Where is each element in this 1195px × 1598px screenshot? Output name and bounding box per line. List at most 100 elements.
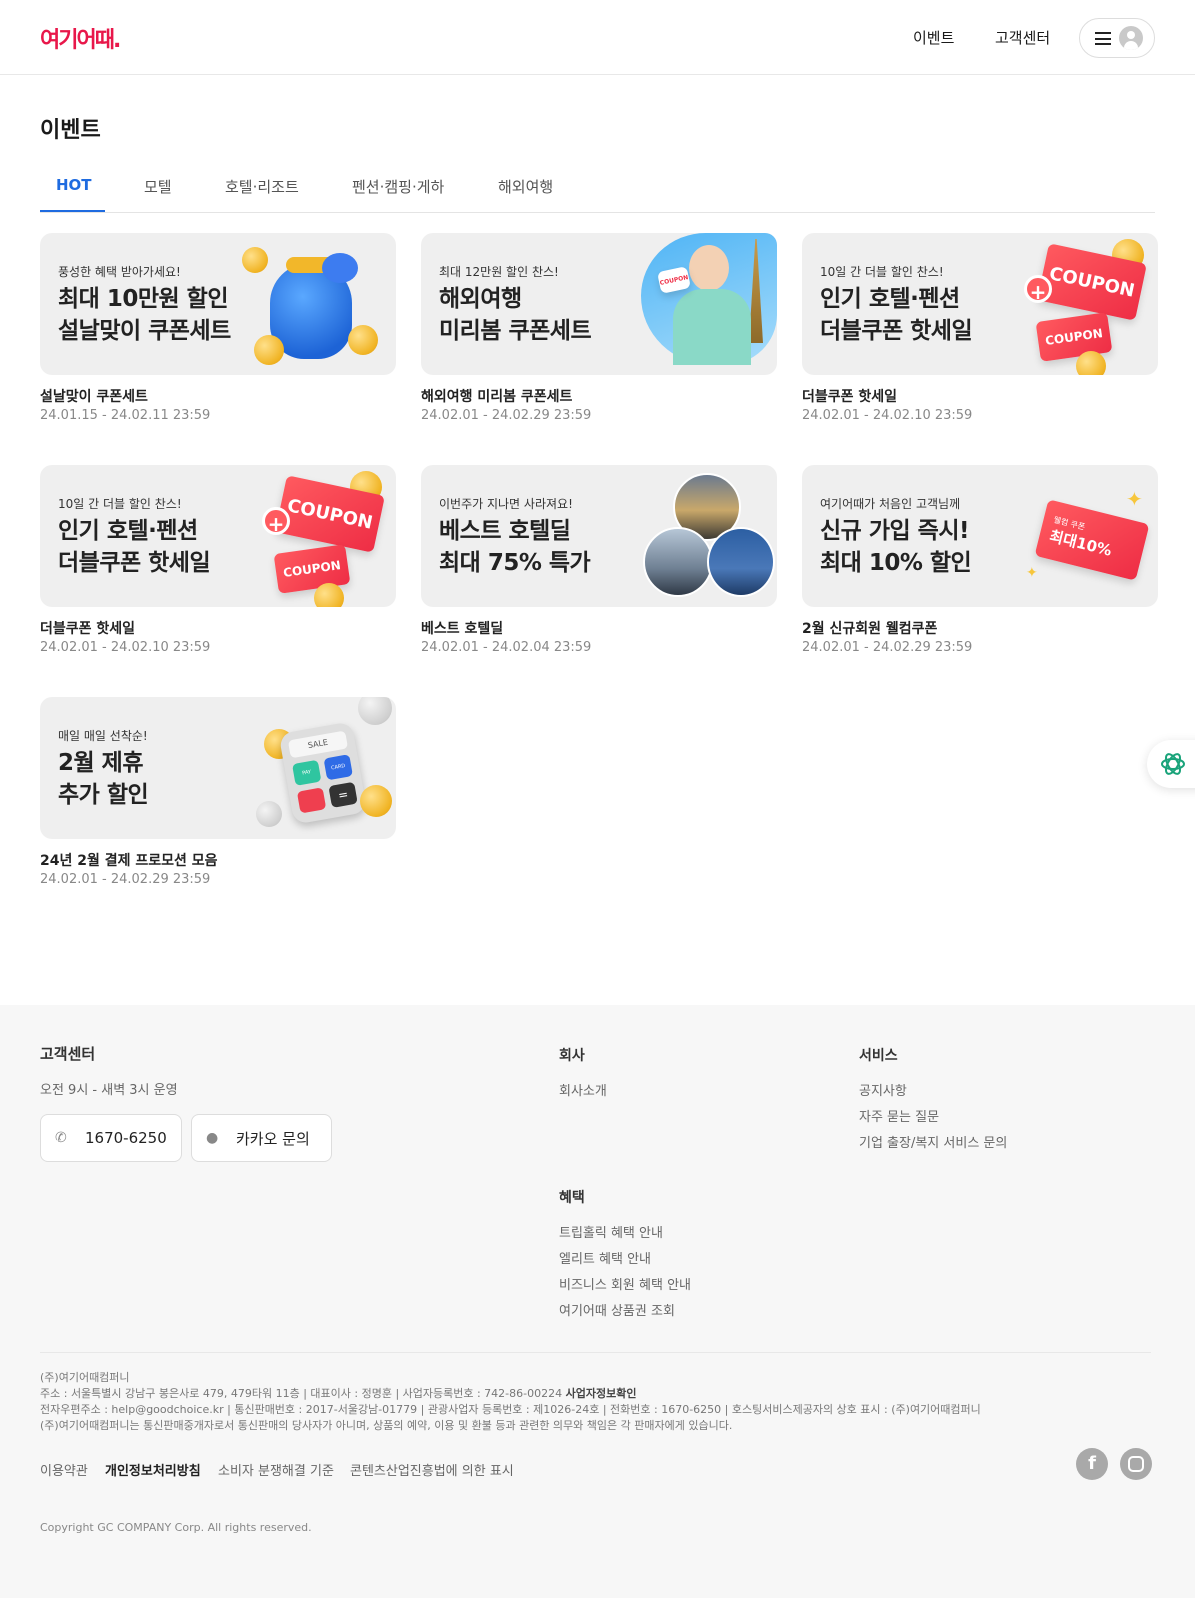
banner-headline-line1: 인기 호텔·펜션 — [820, 286, 960, 312]
content-industry-link[interactable]: 콘텐츠산업진흥법에 의한 표시 — [350, 1460, 514, 1479]
banner-headline-line1: 해외여행 — [439, 286, 522, 312]
footer-cs-hours: 오전 9시 - 새벽 3시 운영 — [40, 1083, 178, 1098]
privacy-policy-link[interactable]: 개인정보처리방침 — [105, 1460, 201, 1479]
business-service-link[interactable]: 기업 출장/복지 서비스 문의 — [859, 1132, 1007, 1151]
category-tabs: HOT 모텔 호텔·리조트 펜션·캠핑·게하 해외여행 — [40, 168, 1155, 213]
plus-icon: + — [262, 507, 290, 536]
banner-headline-line1: 최대 10만원 할인 — [58, 286, 228, 312]
event-card-double-coupon-2[interactable]: 10일 간 더블 할인 찬스! 인기 호텔·펜션 더블쿠폰 핫세일 COUPON… — [40, 465, 396, 655]
sparkle-icon: ✦ — [1026, 565, 1038, 581]
faq-link[interactable]: 자주 묻는 질문 — [859, 1106, 939, 1125]
character-icon — [322, 253, 358, 283]
banner-headline-line1: 인기 호텔·펜션 — [58, 518, 198, 544]
banner-subtitle: 10일 간 더블 할인 찬스! — [58, 497, 182, 511]
banner-headline-line1: 2월 제휴 — [58, 750, 144, 776]
banner-headline-line2: 최대 10% 할인 — [820, 550, 972, 576]
coin-icon — [1076, 351, 1106, 375]
event-period: 24.02.01 - 24.02.04 23:59 — [421, 640, 592, 655]
event-banner[interactable]: 이번주가 지나면 사라져요! 베스트 호텔딜 최대 75% 특가 — [421, 465, 777, 607]
event-banner[interactable]: 10일 간 더블 할인 찬스! 인기 호텔·펜션 더블쿠폰 핫세일 COUPON… — [40, 465, 396, 607]
chat-bubble-icon: ● — [206, 1130, 219, 1146]
elite-benefit-link[interactable]: 엘리트 혜택 안내 — [559, 1248, 651, 1267]
event-banner[interactable]: 최대 12만원 할인 찬스! 해외여행 미리봄 쿠폰세트 COUPON — [421, 233, 777, 375]
active-tab-indicator — [40, 210, 105, 212]
floating-assistant-button[interactable] — [1147, 740, 1195, 788]
facebook-icon[interactable]: f — [1076, 1448, 1108, 1480]
footer-cs-title: 고객센터 — [40, 1045, 96, 1063]
banner-headline-line2: 더블쿠폰 핫세일 — [58, 550, 211, 576]
coin-icon — [314, 583, 344, 607]
footer-divider — [40, 1352, 1151, 1353]
account-menu-button[interactable] — [1079, 18, 1155, 58]
coin-icon — [348, 325, 378, 355]
card-key-icon: CARD — [323, 754, 353, 781]
tab-pension-camping[interactable]: 펜션·캠핑·게하 — [352, 176, 444, 197]
dispute-resolution-link[interactable]: 소비자 분쟁해결 기준 — [218, 1460, 334, 1479]
banner-headline-line2: 미리봄 쿠폰세트 — [439, 318, 592, 344]
tab-hotel-resort[interactable]: 호텔·리조트 — [225, 176, 299, 197]
hotel-photos-illustration — [637, 465, 777, 607]
tripholic-benefit-link[interactable]: 트립홀릭 혜택 안내 — [559, 1222, 663, 1241]
footer-service-title: 서비스 — [859, 1048, 898, 1064]
hotel-photo-icon — [643, 527, 713, 597]
nav-customer-center-link[interactable]: 고객센터 — [995, 27, 1050, 48]
site-header: 여기어때. 이벤트 고객센터 — [0, 0, 1195, 75]
banner-headline: 2월 제휴 추가 할인 — [58, 747, 149, 811]
event-card-double-coupon[interactable]: 10일 간 더블 할인 찬스! 인기 호텔·펜션 더블쿠폰 핫세일 COUPON… — [802, 233, 1158, 423]
company-intro-link[interactable]: 회사소개 — [559, 1080, 607, 1099]
event-title[interactable]: 설날맞이 쿠폰세트 — [40, 386, 148, 406]
event-title[interactable]: 해외여행 미리봄 쿠폰세트 — [421, 386, 572, 406]
event-banner[interactable]: 풍성한 혜택 받아가세요! 최대 10만원 할인 설날맞이 쿠폰세트 — [40, 233, 396, 375]
event-card-welcome-coupon[interactable]: 여기어때가 처음인 고객님께 신규 가입 즉시! 최대 10% 할인 ✦ ✦ 웰… — [802, 465, 1158, 655]
notice-link[interactable]: 공지사항 — [859, 1080, 907, 1099]
person-face-icon — [689, 245, 729, 291]
event-banner[interactable]: 여기어때가 처음인 고객님께 신규 가입 즉시! 최대 10% 할인 ✦ ✦ 웰… — [802, 465, 1158, 607]
banner-subtitle: 10일 간 더블 할인 찬스! — [820, 265, 944, 279]
instagram-icon[interactable] — [1120, 1448, 1152, 1480]
tab-overseas[interactable]: 해외여행 — [498, 176, 553, 197]
terms-link[interactable]: 이용약관 — [40, 1460, 88, 1479]
coin-icon — [254, 335, 284, 365]
banner-subtitle: 최대 12만원 할인 찬스! — [439, 265, 559, 279]
hamburger-menu-icon — [1095, 32, 1111, 45]
event-title[interactable]: 24년 2월 결제 프로모션 모음 — [40, 850, 218, 870]
event-title[interactable]: 베스트 호텔딜 — [421, 618, 503, 638]
phone-call-button[interactable]: ✆ 1670-6250 — [40, 1114, 182, 1162]
event-card-payment-promo[interactable]: 매일 매일 선착순! 2월 제휴 추가 할인 SALE PAY CARD = 2… — [40, 697, 396, 887]
event-period: 24.02.01 - 24.02.29 23:59 — [421, 408, 592, 423]
event-period: 24.02.01 - 24.02.10 23:59 — [802, 408, 973, 423]
event-title[interactable]: 더블쿠폰 핫세일 — [802, 386, 897, 406]
event-card-overseas-coupon[interactable]: 최대 12만원 할인 찬스! 해외여행 미리봄 쿠폰세트 COUPON 해외여행… — [421, 233, 777, 423]
banner-headline: 최대 10만원 할인 설날맞이 쿠폰세트 — [58, 283, 231, 347]
footer-company-title: 회사 — [559, 1048, 585, 1064]
banner-subtitle: 매일 매일 선착순! — [58, 729, 148, 743]
business-info-link[interactable]: 사업자정보확인 — [566, 1387, 637, 1400]
event-title[interactable]: 더블쿠폰 핫세일 — [40, 618, 135, 638]
banner-headline: 베스트 호텔딜 최대 75% 특가 — [439, 515, 591, 579]
plus-icon: + — [1024, 275, 1052, 304]
openai-logo-icon — [1161, 753, 1185, 775]
event-card-best-hotel[interactable]: 이번주가 지나면 사라져요! 베스트 호텔딜 최대 75% 특가 베스트 호텔딜… — [421, 465, 777, 655]
business-member-benefit-link[interactable]: 비즈니스 회원 혜택 안내 — [559, 1274, 691, 1293]
gift-card-lookup-link[interactable]: 여기어때 상품권 조회 — [559, 1300, 675, 1319]
legal-company-name: (주)여기어때컴퍼니 — [40, 1371, 130, 1384]
event-banner[interactable]: 매일 매일 선착순! 2월 제휴 추가 할인 SALE PAY CARD = — [40, 697, 396, 839]
event-banner[interactable]: 10일 간 더블 할인 찬스! 인기 호텔·펜션 더블쿠폰 핫세일 COUPON… — [802, 233, 1158, 375]
kakao-inquiry-button[interactable]: ● 카카오 문의 — [191, 1114, 332, 1162]
model-paris-illustration: COUPON — [637, 233, 777, 375]
event-card-lunar-new-year[interactable]: 풍성한 혜택 받아가세요! 최대 10만원 할인 설날맞이 쿠폰세트 설날맞이 … — [40, 233, 396, 423]
legal-address-line: 주소 : 서울특별시 강남구 봉은사로 479, 479타워 11층 | 대표이… — [40, 1385, 636, 1401]
tab-motel[interactable]: 모텔 — [144, 176, 172, 197]
nav-events-link[interactable]: 이벤트 — [913, 27, 954, 48]
coin-icon — [358, 697, 392, 725]
phone-number: 1670-6250 — [85, 1129, 167, 1147]
banner-headline: 해외여행 미리봄 쿠폰세트 — [439, 283, 592, 347]
banner-headline-line1: 베스트 호텔딜 — [439, 518, 571, 544]
coin-icon — [242, 247, 268, 273]
brand-logo[interactable]: 여기어때. — [40, 22, 121, 54]
tab-hot[interactable]: HOT — [56, 176, 92, 194]
banner-headline-line1: 신규 가입 즉시! — [820, 518, 969, 544]
banner-headline: 신규 가입 즉시! 최대 10% 할인 — [820, 515, 972, 579]
event-title[interactable]: 2월 신규회원 웰컴쿠폰 — [802, 618, 937, 638]
banner-headline: 인기 호텔·펜션 더블쿠폰 핫세일 — [58, 515, 211, 579]
